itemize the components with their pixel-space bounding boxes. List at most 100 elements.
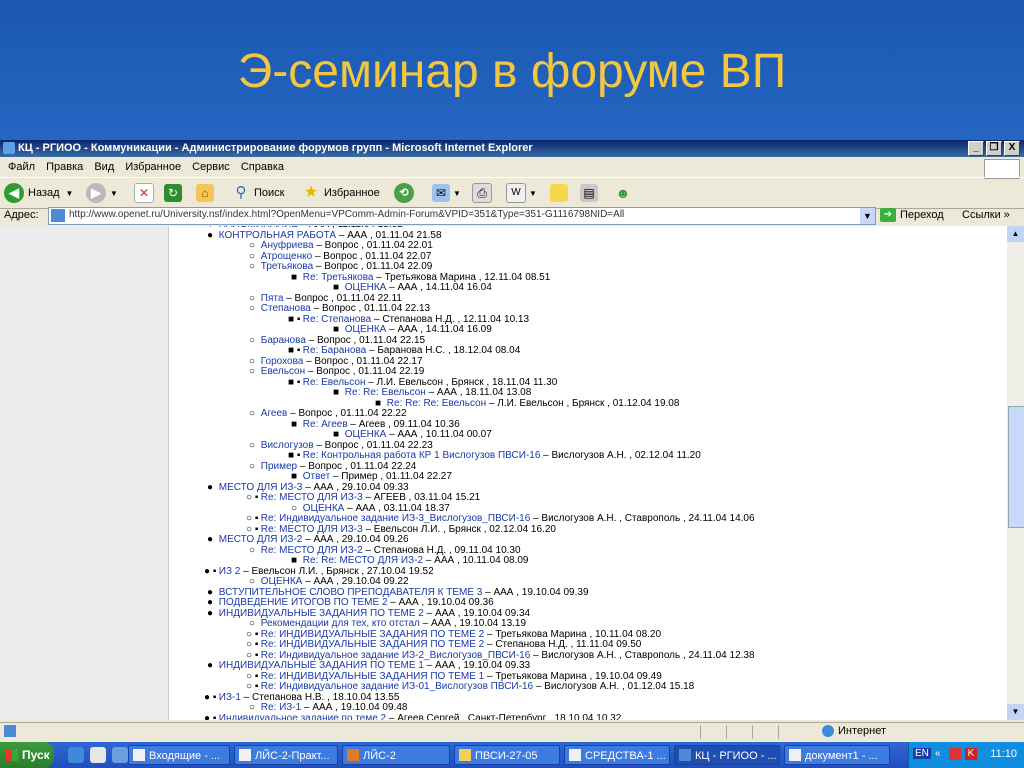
thread-link[interactable]: ОЦЕНКА xyxy=(345,429,387,440)
go-button[interactable]: ➔ Переход xyxy=(880,208,944,222)
thread-link[interactable]: Re: Индивидуальное задание ИЗ-2_Вислогуз… xyxy=(261,650,531,661)
thread-link[interactable]: Ответ xyxy=(303,471,330,482)
thread-link[interactable]: Re: Третьякова xyxy=(303,272,374,283)
minimize-button[interactable]: _ xyxy=(968,141,984,156)
thread-link[interactable]: Re: МЕСТО ДЛЯ ИЗ-3 xyxy=(261,492,363,503)
search-button[interactable]: ⚲ Поиск xyxy=(232,182,285,204)
back-label: Назад xyxy=(28,187,60,199)
clock[interactable]: 11:10 xyxy=(990,748,1017,760)
thread-link[interactable]: Re: Агеев xyxy=(303,419,348,430)
home-button[interactable]: ⌂ xyxy=(196,182,214,204)
task-ie-active[interactable]: КЦ - РГИОО - ... xyxy=(674,745,780,765)
thread-meta: – Степанова Н.В. , 18.10.04 13.55 xyxy=(240,691,400,703)
desktop-quicklaunch-icon[interactable] xyxy=(112,747,128,763)
menu-edit[interactable]: Правка xyxy=(46,161,83,173)
thread-link[interactable]: ОЦЕНКА xyxy=(303,503,345,514)
thread-meta: – Степанова Н.Д. , 09.11.04 10.30 xyxy=(362,544,521,556)
close-button[interactable]: X xyxy=(1004,141,1020,156)
refresh-button[interactable]: ↻ xyxy=(164,182,182,204)
thread-link[interactable]: Третьякова xyxy=(261,261,313,272)
history-button[interactable]: ⟲ xyxy=(394,182,414,204)
thread-link[interactable]: Re: Степанова xyxy=(303,314,371,325)
thread-link[interactable]: ПОДВЕДЕНИЕ ИТОГОВ ПО ТЕМЕ 2 xyxy=(219,597,388,608)
thread-link[interactable]: Евельсон xyxy=(261,366,305,377)
menu-view[interactable]: Вид xyxy=(94,161,114,173)
thread-link[interactable]: Re: МЕСТО ДЛЯ ИЗ-3 xyxy=(261,524,363,535)
vertical-scrollbar[interactable]: ▲ ▼ xyxy=(1007,226,1024,720)
thread-link[interactable]: ИНДИВИДУАЛЬНЫЕ ЗАДАНИЯ ПО ТЕМЕ 2 xyxy=(219,608,424,619)
menu-help[interactable]: Справка xyxy=(241,161,284,173)
thread-link[interactable]: Re: Контрольная работа КР 1 Вислогузов П… xyxy=(303,450,541,461)
edit-button[interactable]: W ▼ xyxy=(506,182,537,204)
thread-link[interactable]: МЕСТО ДЛЯ ИЗ-2 xyxy=(219,534,303,545)
task-document1[interactable]: документ1 - ... xyxy=(784,745,890,765)
thread-link[interactable]: Re: Баранова xyxy=(303,345,366,356)
mail-button[interactable]: ✉ ▼ xyxy=(432,182,461,204)
thread-link[interactable]: ВСТУПИТЕЛЬНОЕ СЛОВО ПРЕПОДАВАТЕЛЯ К ТЕМЕ… xyxy=(219,587,483,598)
thread-link[interactable]: Индивидуальное задание по теме 2 xyxy=(219,713,386,720)
thread-link[interactable]: Рекомендации для тех, кто отстал xyxy=(261,618,420,629)
favorites-button[interactable]: ★ Избранное xyxy=(302,182,380,204)
outlook-quicklaunch-icon[interactable] xyxy=(90,747,106,763)
start-button[interactable]: Пуск xyxy=(0,742,54,768)
thread-link[interactable]: ИНДИВИДУАЛЬНЫЕ ЗАДАНИЯ ПО ТЕМЕ 1 xyxy=(219,660,424,671)
thread-meta: – Вопрос , 01.11.04 22.11 xyxy=(283,292,402,304)
thread-link[interactable]: ОЦЕНКА xyxy=(261,576,303,587)
thread-link[interactable]: ОЦЕНКА xyxy=(345,324,387,335)
task-inbox[interactable]: Входящие - ... xyxy=(128,745,230,765)
forward-button[interactable]: ▶ ▼ xyxy=(86,182,118,204)
thread-link[interactable]: Баранова xyxy=(261,335,306,346)
antivirus-icon[interactable]: K xyxy=(965,748,977,760)
thread-link[interactable]: Re: ИНДИВИДУАЛЬНЫЕ ЗАДАНИЯ ПО ТЕМЕ 2 xyxy=(261,629,484,640)
task-sredstva[interactable]: СРЕДСТВА-1 ... xyxy=(564,745,670,765)
thread-link[interactable]: ОЦЕНКА xyxy=(345,282,387,293)
messenger-button[interactable]: ☻ xyxy=(614,182,632,204)
address-input[interactable]: http://www.openet.ru/University.nsf/inde… xyxy=(48,207,876,225)
task-folder[interactable]: ПВСИ-27-05 xyxy=(454,745,560,765)
thread-link[interactable]: Re: ИНДИВИДУАЛЬНЫЕ ЗАДАНИЯ ПО ТЕМЕ 1 xyxy=(261,671,484,682)
thread-link[interactable]: Re: Re: Re: Евельсон xyxy=(387,398,486,409)
thread-link[interactable]: Пята xyxy=(261,293,284,304)
thread-link[interactable]: Re: Re: МЕСТО ДЛЯ ИЗ-2 xyxy=(303,555,423,566)
thread-link[interactable]: Re: ИНДИВИДУАЛЬНЫЕ ЗАДАНИЯ ПО ТЕМЕ 2 xyxy=(261,639,484,650)
thread-link[interactable]: Re: МЕСТО ДЛЯ ИЗ-2 xyxy=(261,545,363,556)
task-powerpoint[interactable]: ЛЙС-2 xyxy=(342,745,450,765)
dropdown-arrow-icon[interactable]: ▼ xyxy=(860,208,875,224)
window-titlebar[interactable]: КЦ - РГИОО - Коммуникации - Администриро… xyxy=(0,140,1024,157)
stop-button[interactable]: ✕ xyxy=(134,182,154,204)
language-indicator[interactable]: EN xyxy=(913,748,931,759)
maximize-button[interactable]: ❐ xyxy=(986,141,1002,156)
thread-link[interactable]: Ануфриева xyxy=(261,240,314,251)
print-button[interactable]: ⎙ xyxy=(472,182,492,204)
thread-link[interactable]: Re: Индивидуальное задание ИЗ-3_Вислогуз… xyxy=(261,513,531,524)
thread-link[interactable]: Re: ИЗ-1 xyxy=(261,702,301,713)
thread-link[interactable]: Re: Re: Евельсон xyxy=(345,387,426,398)
research-icon: ▤ xyxy=(580,184,598,202)
scroll-up-icon[interactable]: ▲ xyxy=(1007,226,1024,242)
scroll-down-icon[interactable]: ▼ xyxy=(1007,704,1024,720)
network-icon[interactable] xyxy=(949,748,961,760)
task-doc-practice[interactable]: ЛЙС-2-Практ... xyxy=(234,745,338,765)
thread-link[interactable]: Степанова xyxy=(261,303,311,314)
ie-quicklaunch-icon[interactable] xyxy=(68,747,84,763)
thread-link[interactable]: КОНТРОЛЬНАЯ РАБОТА xyxy=(219,230,336,241)
back-button[interactable]: ◀ Назад ▼ xyxy=(4,182,73,204)
research-button[interactable]: ▤ xyxy=(580,182,598,204)
menu-tools[interactable]: Сервис xyxy=(192,161,230,173)
thread-link[interactable]: ИЗ 2 xyxy=(219,566,241,577)
thread-link[interactable]: Горохова xyxy=(261,356,304,367)
thread-link[interactable]: Пример xyxy=(261,461,297,472)
thread-link[interactable]: Re: Евельсон xyxy=(303,377,366,388)
thread-link[interactable]: Вислогузов xyxy=(261,440,314,451)
scroll-thumb[interactable] xyxy=(1008,406,1024,528)
thread-link[interactable]: МЕСТО ДЛЯ ИЗ-3 xyxy=(219,482,303,493)
thread-link[interactable]: Атрощенко xyxy=(261,251,312,262)
thread-link[interactable]: Re: Индивидуальное задание ИЗ-01_Вислогу… xyxy=(261,681,533,692)
discuss-button[interactable] xyxy=(550,182,568,204)
thread-link[interactable]: ИЗ-1 xyxy=(219,692,241,703)
links-button[interactable]: Ссылки » xyxy=(962,209,1010,221)
thread-link[interactable]: Агеев xyxy=(261,408,288,419)
tray-expand-icon[interactable]: « xyxy=(935,748,947,760)
menu-favorites[interactable]: Избранное xyxy=(125,161,181,173)
menu-file[interactable]: Файл xyxy=(8,161,35,173)
